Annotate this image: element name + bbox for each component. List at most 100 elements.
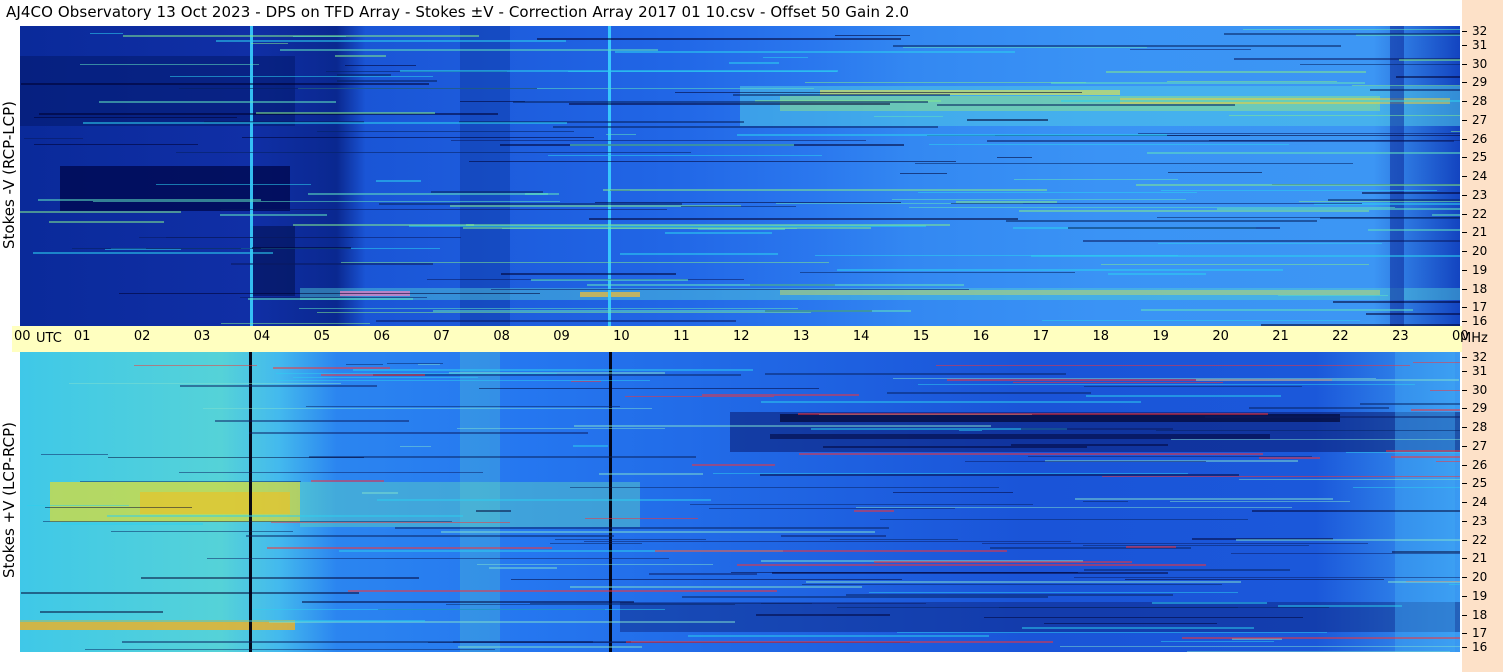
spectro-feature: [1196, 379, 1459, 381]
spectro-feature: [216, 40, 566, 42]
spectro-feature: [1022, 627, 1254, 629]
spectro-feature: [1370, 89, 1460, 91]
spectro-feature: [207, 558, 669, 559]
spectro-feature: [221, 209, 667, 210]
spectro-feature: [959, 430, 982, 431]
spectro-feature: [179, 472, 483, 473]
spectro-feature: [105, 249, 181, 250]
spectro-feature: [1278, 605, 1402, 607]
spectro-feature: [176, 152, 691, 153]
spectro-feature: [1083, 545, 1309, 546]
bottom-frequency-axis: 16 17 18 19 20 21 22 23 24 25 26 27 28 29 30 31 32: [1461, 350, 1503, 654]
spectro-feature: [140, 492, 290, 514]
utc-tick-label: 03: [193, 329, 211, 344]
spectro-feature: [446, 604, 735, 605]
spectro-feature: [309, 456, 696, 458]
spectro-feature: [41, 454, 108, 455]
spectro-feature: [915, 163, 1353, 164]
mhz-tick-label: 18: [1461, 608, 1487, 622]
spectro-feature: [321, 374, 425, 376]
spectro-feature: [1278, 295, 1388, 296]
spectro-feature: [348, 590, 777, 592]
spectro-feature: [400, 446, 431, 447]
spectro-feature: [1436, 461, 1460, 462]
spectro-feature: [984, 617, 1303, 618]
spectro-feature: [1388, 581, 1460, 583]
spectro-feature: [1006, 220, 1317, 222]
spectro-feature: [1391, 456, 1460, 458]
spectro-feature: [293, 224, 474, 226]
spectro-feature: [1205, 416, 1460, 418]
spectro-feature: [729, 62, 779, 64]
mhz-tick-label: 24: [1461, 169, 1487, 183]
spectro-feature: [702, 394, 859, 396]
spectro-feature: [763, 57, 808, 58]
spectro-feature: [1101, 264, 1369, 265]
spectro-feature: [709, 508, 955, 509]
utc-tick-label: 09: [553, 329, 570, 344]
spectro-feature: [823, 446, 1087, 448]
spectro-feature: [681, 206, 796, 207]
spectro-feature: [937, 104, 1235, 106]
spectro-feature: [574, 425, 991, 427]
spectro-feature: [880, 519, 1248, 520]
spectro-feature: [60, 166, 290, 211]
spectro-feature: [874, 116, 943, 117]
spectro-feature: [156, 184, 311, 185]
spectro-feature: [692, 464, 775, 466]
spectro-feature: [802, 584, 1222, 585]
spectro-feature: [80, 481, 301, 482]
spectro-feature: [466, 224, 950, 226]
spectro-feature: [252, 247, 351, 249]
spectro-feature: [1011, 444, 1168, 446]
spectro-feature: [220, 214, 327, 216]
spectro-feature: [299, 308, 798, 309]
spectro-feature: [761, 401, 1141, 403]
spectro-feature: [1086, 395, 1281, 397]
spectro-feature: [854, 510, 894, 512]
utc-tick-label: 18: [1092, 329, 1110, 344]
spectro-feature: [491, 289, 969, 290]
spectro-feature: [805, 82, 1086, 83]
top-panel-ylabel: Stokes -V (RCP-LCP): [0, 101, 18, 249]
spectro-feature: [965, 461, 1206, 462]
utc-tick-label: 21: [1272, 329, 1289, 344]
utc-tick-label: 10: [613, 329, 630, 344]
spectro-feature: [688, 635, 989, 637]
mhz-tick-label: 19: [1461, 589, 1487, 603]
spectro-feature: [909, 207, 1395, 208]
mhz-tick-label: 26: [1461, 458, 1487, 472]
spectro-feature: [511, 579, 902, 580]
spectro-feature: [49, 221, 164, 223]
spectro-feature: [599, 473, 703, 475]
spectro-feature: [20, 56, 295, 126]
spectro-feature: [433, 310, 911, 312]
spectro-feature: [573, 445, 608, 447]
spectro-feature: [1392, 551, 1460, 553]
spectro-feature: [1013, 382, 1223, 383]
spectro-feature: [353, 369, 753, 371]
mhz-tick-label: 28: [1461, 420, 1487, 434]
utc-tick-label: 12: [733, 329, 750, 344]
spectro-feature: [1161, 641, 1274, 642]
spectro-feature: [277, 380, 650, 381]
spectro-feature: [134, 365, 257, 366]
spectro-feature: [249, 432, 588, 434]
spectro-feature: [770, 434, 1270, 439]
spectro-feature: [967, 119, 1048, 121]
spectro-feature: [248, 298, 413, 300]
spectro-feature: [1236, 539, 1460, 541]
spectro-feature: [1126, 546, 1176, 548]
mhz-tick-label: 29: [1461, 401, 1487, 415]
spectro-feature: [595, 202, 901, 203]
spectro-feature: [337, 80, 437, 82]
spectro-feature: [34, 117, 237, 118]
spectro-feature: [457, 428, 665, 429]
spectro-feature: [346, 364, 383, 365]
mhz-tick-label: 16: [1461, 314, 1487, 328]
spectro-feature: [387, 363, 443, 364]
spectro-feature: [1044, 623, 1217, 624]
spectro-feature: [362, 492, 398, 494]
spectro-feature: [713, 473, 1188, 474]
spectro-feature: [308, 193, 559, 195]
